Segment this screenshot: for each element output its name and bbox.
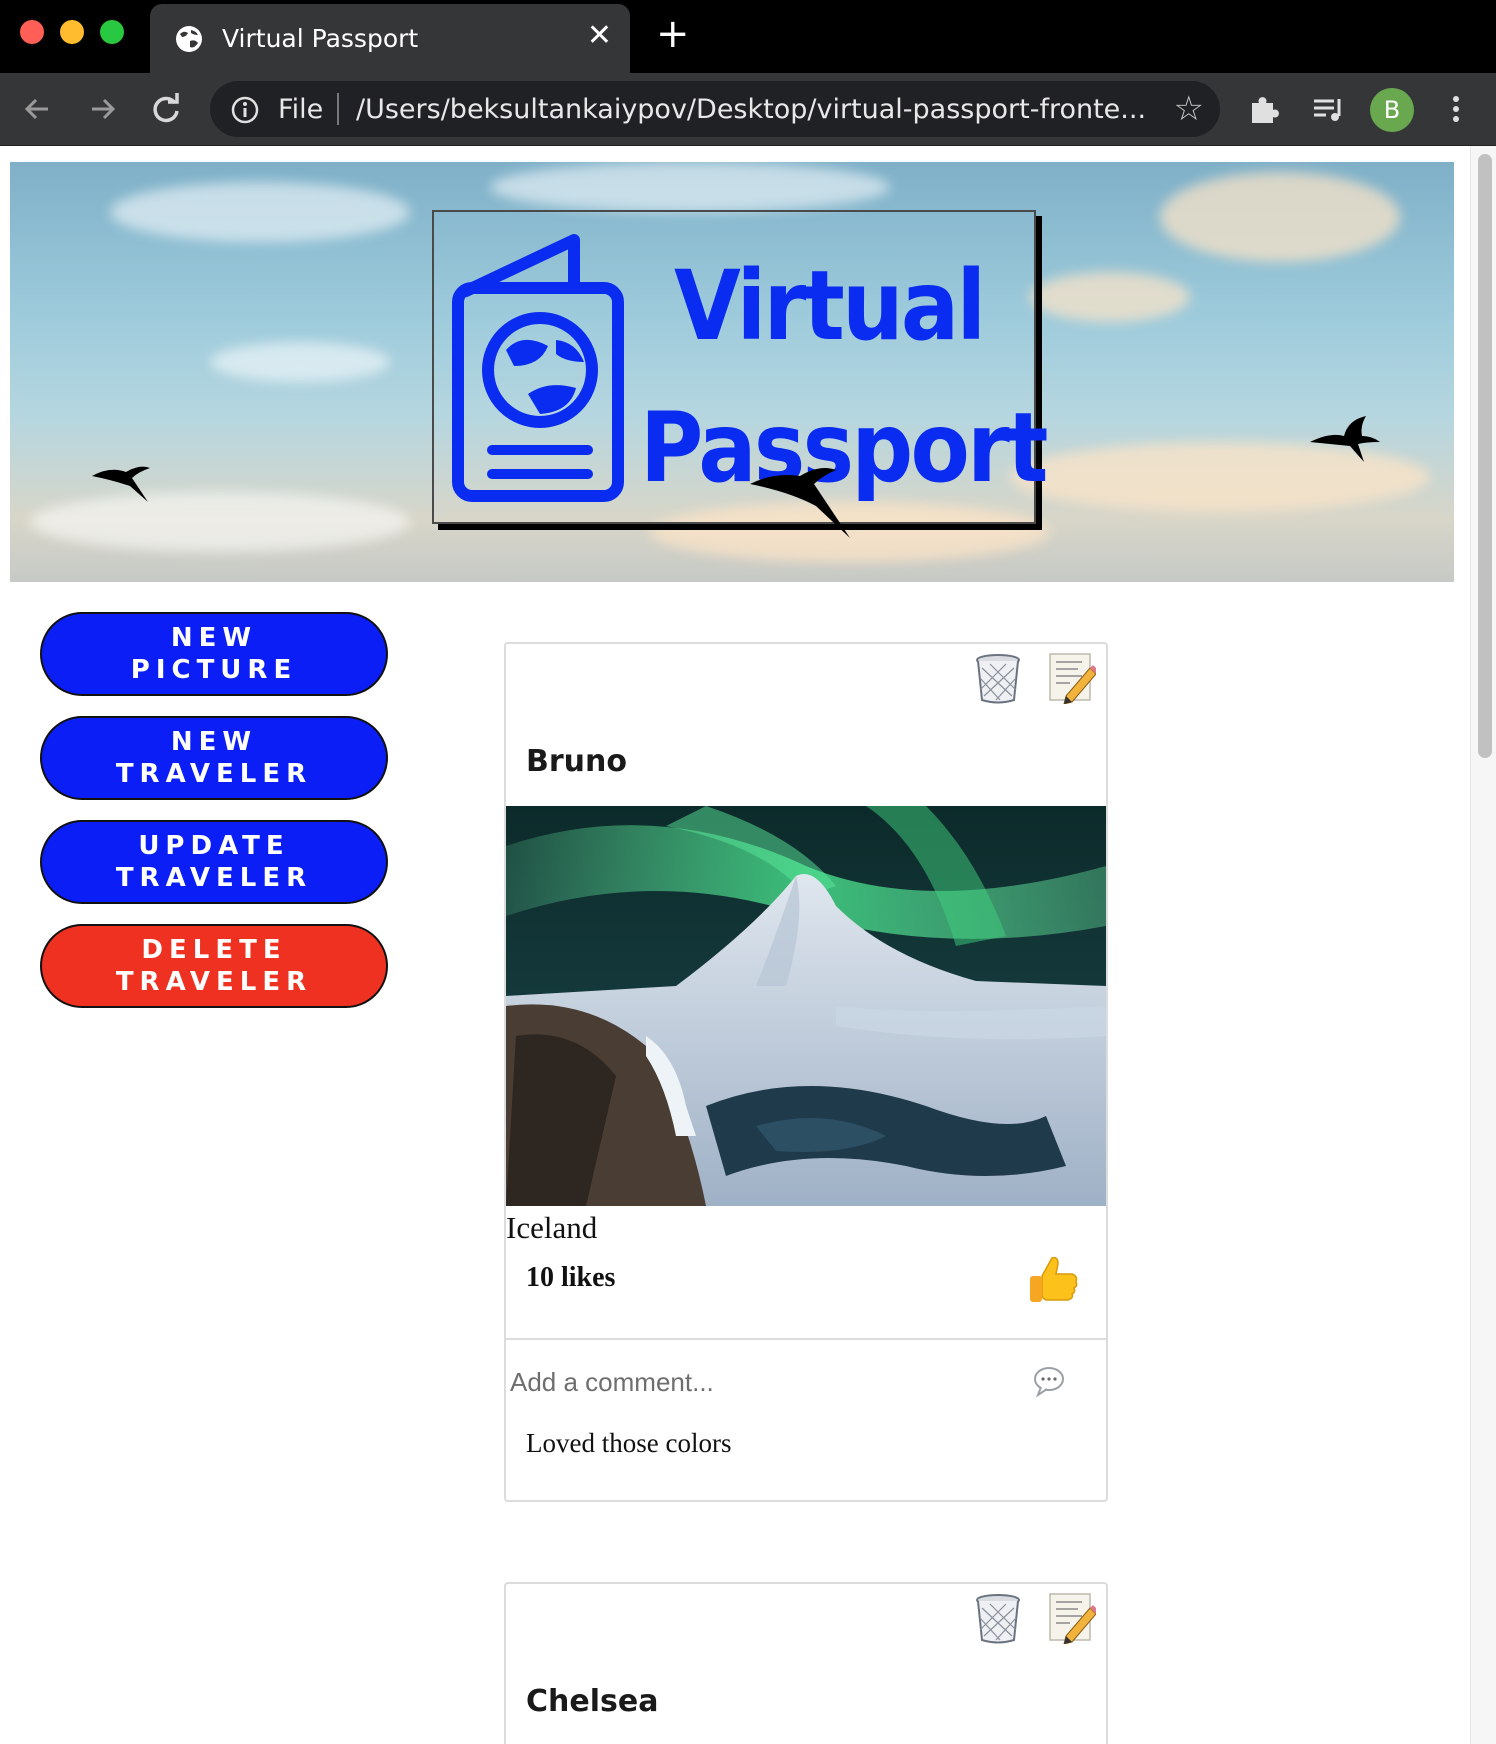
card-divider [506,1338,1106,1340]
globe-icon [176,26,202,52]
logo-title-line1: Virtual [674,250,986,362]
comment-input[interactable] [510,1362,1030,1402]
new-picture-button[interactable]: NEW PICTURE [40,612,388,696]
url-separator [337,93,339,125]
trash-icon[interactable] [974,652,1022,704]
traveler-card: Chelsea [504,1582,1108,1744]
bird-silhouette-icon [1310,416,1380,462]
trash-icon[interactable] [974,1592,1022,1644]
edit-icon[interactable] [1048,1592,1096,1644]
travel-location: Iceland [506,1210,598,1245]
traveler-name: Chelsea [526,1684,659,1719]
page-viewport: Virtual Passport NEW PICTURE NEW TRAVELE… [0,146,1470,1744]
back-arrow-icon[interactable] [18,89,58,129]
address-bar[interactable]: File /Users/beksultankaiypov/Desktop/vir… [210,81,1220,137]
bookmark-star-icon[interactable]: ☆ [1174,89,1204,129]
browser-tab-bar: Virtual Passport ✕ + [0,0,1496,73]
reload-icon[interactable] [146,89,186,129]
bird-silhouette-icon [92,466,150,502]
delete-traveler-button[interactable]: DELETE TRAVELER [40,924,388,1008]
travel-photo[interactable] [506,806,1106,1206]
header-banner: Virtual Passport [10,162,1454,582]
page-scrollbar[interactable] [1470,146,1496,1744]
bird-silhouette-icon [750,468,850,538]
passport-icon [452,234,624,502]
window-minimize-button[interactable] [60,20,84,44]
profile-avatar[interactable]: B [1370,88,1414,132]
window-maximize-button[interactable] [100,20,124,44]
info-icon[interactable] [230,95,260,125]
browser-toolbar: File /Users/beksultankaiypov/Desktop/vir… [0,73,1496,146]
traveler-name: Bruno [526,744,627,779]
close-icon[interactable]: ✕ [587,18,612,53]
scrollbar-thumb[interactable] [1478,154,1492,758]
edit-icon[interactable] [1048,652,1096,704]
traveler-card: Bruno Iceland 10 likes Add a comment... … [504,642,1108,1502]
extensions-puzzle-icon[interactable] [1244,89,1284,129]
new-tab-button[interactable]: + [656,14,690,54]
comment-text: Loved those colors [526,1428,732,1458]
likes-count: 10 likes [526,1262,616,1293]
url-scheme-label: File [278,94,324,125]
tab-title: Virtual Passport [222,24,419,53]
browser-tab[interactable]: Virtual Passport ✕ [150,4,630,73]
speech-bubble-icon[interactable] [1032,1364,1066,1398]
thumbs-up-icon[interactable] [1028,1254,1078,1306]
update-traveler-button[interactable]: UPDATE TRAVELER [40,820,388,904]
media-queue-icon[interactable] [1308,89,1348,129]
forward-arrow-icon[interactable] [82,89,122,129]
new-traveler-button[interactable]: NEW TRAVELER [40,716,388,800]
menu-kebab-icon[interactable] [1436,89,1476,129]
window-close-button[interactable] [20,20,44,44]
virtual-passport-logo: Virtual Passport [432,210,1048,524]
url-text[interactable]: /Users/beksultankaiypov/Desktop/virtual-… [356,94,1146,125]
